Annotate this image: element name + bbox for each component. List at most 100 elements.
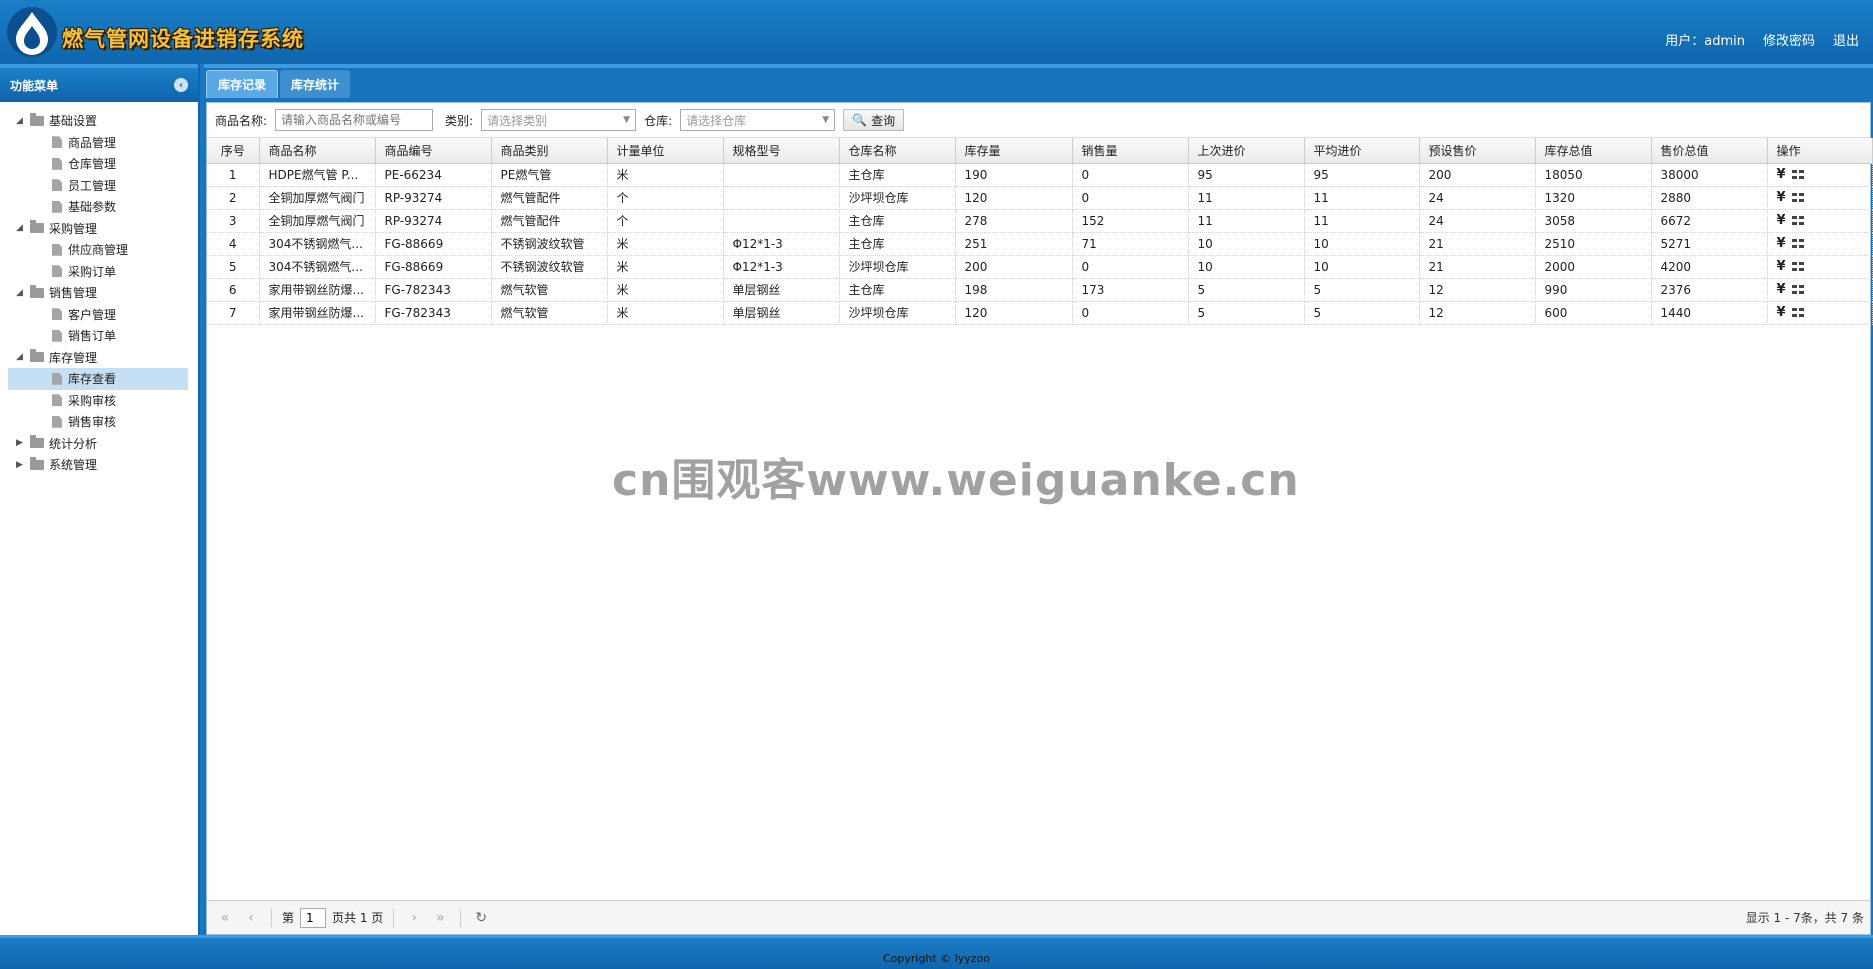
sidebar: 功能菜单 ‹ ◢ 基础设置 商品管理 仓库管理 员工管理 基础参数 ◢ 采购管理 供…	[0, 64, 200, 935]
yen-icon[interactable]: ¥	[1777, 305, 1786, 320]
menu-item-staff[interactable]: 员工管理	[0, 175, 198, 197]
divider	[271, 908, 272, 927]
column-header[interactable]: 计量单位	[607, 138, 724, 164]
menu-item-customer[interactable]: 客户管理	[0, 304, 198, 326]
column-header[interactable]: 售价总值	[1651, 138, 1768, 164]
yen-icon[interactable]: ¥	[1777, 190, 1786, 205]
tab-inventory-statistics[interactable]: 库存统计	[280, 70, 351, 98]
yen-icon[interactable]: ¥	[1777, 282, 1786, 297]
yen-icon[interactable]: ¥	[1777, 259, 1786, 274]
menu-item-purchase-order[interactable]: 采购订单	[0, 261, 198, 283]
column-header[interactable]: 平均进价	[1304, 138, 1420, 164]
menu-item-purchase-audit[interactable]: 采购审核	[0, 390, 198, 412]
logout-link[interactable]: 退出	[1833, 30, 1859, 49]
column-header[interactable]: 商品编号	[375, 138, 492, 164]
folder-icon	[30, 112, 44, 126]
warehouse-label: 仓库:	[644, 113, 673, 128]
refresh-icon[interactable]: ↻	[471, 908, 491, 928]
expanded-arrow-icon[interactable]: ◢	[16, 352, 26, 362]
file-icon	[52, 243, 62, 256]
yen-icon[interactable]: ¥	[1777, 167, 1786, 182]
goods-name-input[interactable]	[275, 109, 434, 131]
column-header[interactable]: 商品名称	[259, 138, 376, 164]
warehouse-select[interactable]: 请选择仓库 ▼	[680, 109, 836, 131]
search-button[interactable]: 🔍 查询	[843, 109, 905, 131]
file-icon	[52, 415, 62, 428]
inventory-panel: 商品名称: 类别: 请选择类别 ▼ 仓库: 请选择仓库 ▼ 🔍 查询	[206, 102, 1873, 935]
column-header[interactable]: 销售量	[1072, 138, 1189, 164]
menu-group-purchase[interactable]: ◢ 采购管理	[0, 218, 198, 240]
yen-icon[interactable]: ¥	[1777, 213, 1786, 228]
app-header: 燃气管网设备进销存系统 用户：admin 修改密码 退出	[0, 0, 1873, 64]
menu-group-statistics[interactable]: ▶ 统计分析	[0, 433, 198, 455]
menu-tree: ◢ 基础设置 商品管理 仓库管理 员工管理 基础参数 ◢ 采购管理 供应商管理 采购…	[0, 102, 198, 476]
tree-structure-icon[interactable]	[1791, 261, 1804, 272]
folder-icon	[30, 349, 44, 363]
next-page-icon[interactable]: ›	[404, 908, 424, 928]
file-icon	[52, 372, 62, 385]
column-header[interactable]: 商品类别	[491, 138, 608, 164]
table-row[interactable]: 7 家用带钢丝防爆... FG-782343 燃气软管米单层钢丝 沙坪坝仓库 120 0 5 5…	[207, 301, 1873, 325]
column-header[interactable]: 库存总值	[1535, 138, 1652, 164]
folder-icon	[30, 456, 44, 470]
name-label: 商品名称:	[215, 113, 268, 128]
tab-inventory-records[interactable]: 库存记录	[206, 70, 279, 98]
menu-group-sales[interactable]: ◢ 销售管理	[0, 282, 198, 304]
table-row[interactable]: 2 全铜加厚燃气阀门 RP-93274 燃气管配件个沙坪坝仓库 120 0 11 11 24 13…	[207, 186, 1873, 210]
table-row[interactable]: 6 家用带钢丝防爆... FG-782343 燃气软管米单层钢丝 主仓库 198 173 5 5…	[207, 278, 1873, 302]
divider	[393, 908, 395, 927]
menu-group-basic[interactable]: ◢ 基础设置	[0, 110, 198, 132]
page-suffix: 页共 1 页	[332, 911, 384, 925]
tree-structure-icon[interactable]	[1791, 215, 1804, 226]
column-header[interactable]: 上次进价	[1188, 138, 1305, 164]
menu-item-goods[interactable]: 商品管理	[0, 132, 198, 154]
copyright-text: Copyright © lyyzoo	[882, 952, 991, 965]
page-info: 显示 1 - 7条，共 7 条	[1745, 911, 1864, 925]
yen-icon[interactable]: ¥	[1777, 236, 1786, 251]
last-page-icon[interactable]: »	[430, 908, 450, 928]
menu-item-warehouse[interactable]: 仓库管理	[0, 153, 198, 175]
user-label: 用户：admin	[1665, 34, 1745, 49]
first-page-icon[interactable]: «	[215, 908, 235, 928]
tree-structure-icon[interactable]	[1791, 307, 1804, 318]
tree-structure-icon[interactable]	[1791, 192, 1804, 203]
table-row[interactable]: 1 HDPE燃气管 P... PE-66234 PE燃气管米主仓库 190 0 95 95 20…	[207, 163, 1873, 187]
inventory-table: 序号 商品名称 商品编号 商品类别 计量单位 规格型号 仓库名称 库存量 销售量…	[207, 138, 1873, 325]
expanded-arrow-icon[interactable]: ◢	[16, 223, 26, 233]
page-number-input[interactable]	[300, 907, 327, 928]
tree-structure-icon[interactable]	[1791, 284, 1804, 295]
sidebar-title: 功能菜单	[10, 78, 59, 93]
collapsed-arrow-icon[interactable]: ▶	[16, 460, 26, 470]
column-header[interactable]: 序号	[207, 138, 260, 164]
column-header[interactable]: 预设售价	[1419, 138, 1536, 164]
column-header[interactable]: 规格型号	[723, 138, 840, 164]
column-header[interactable]: 库存量	[955, 138, 1073, 164]
collapsed-arrow-icon[interactable]: ▶	[16, 438, 26, 448]
chevron-down-icon[interactable]: ▼	[822, 115, 829, 125]
menu-item-params[interactable]: 基础参数	[0, 196, 198, 218]
change-password-link[interactable]: 修改密码	[1763, 30, 1815, 49]
menu-item-sales-audit[interactable]: 销售审核	[0, 411, 198, 433]
file-icon	[52, 329, 62, 342]
tree-structure-icon[interactable]	[1791, 169, 1804, 180]
menu-item-inventory-view[interactable]: 库存查看	[8, 368, 188, 390]
category-select[interactable]: 请选择类别 ▼	[481, 109, 637, 131]
flame-logo-icon	[7, 7, 57, 57]
column-header[interactable]: 仓库名称	[839, 138, 956, 164]
menu-group-system[interactable]: ▶ 系统管理	[0, 454, 198, 476]
expanded-arrow-icon[interactable]: ◢	[16, 288, 26, 298]
expanded-arrow-icon[interactable]: ◢	[16, 116, 26, 126]
table-row[interactable]: 5 304不锈钢燃气... FG-88669 不锈钢波纹软管米 Φ12*1-3 沙坪坝仓库…	[207, 255, 1873, 279]
prev-page-icon[interactable]: ‹	[241, 908, 261, 928]
chevron-down-icon[interactable]: ▼	[623, 115, 630, 125]
menu-item-supplier[interactable]: 供应商管理	[0, 239, 198, 261]
app-title: 燃气管网设备进销存系统	[62, 27, 304, 51]
menu-item-sales-order[interactable]: 销售订单	[0, 325, 198, 347]
menu-group-inventory[interactable]: ◢ 库存管理	[0, 347, 198, 369]
tab-bar: 库存记录 库存统计	[204, 64, 1873, 98]
file-icon	[52, 136, 62, 149]
table-row[interactable]: 3 全铜加厚燃气阀门 RP-93274 燃气管配件个主仓库 278 152 11 11 24 30…	[207, 209, 1873, 233]
table-row[interactable]: 4 304不锈钢燃气... FG-88669 不锈钢波纹软管米 Φ12*1-3 主仓库 25…	[207, 232, 1873, 256]
chevron-left-circle-icon[interactable]: ‹	[174, 78, 188, 92]
tree-structure-icon[interactable]	[1791, 238, 1804, 249]
